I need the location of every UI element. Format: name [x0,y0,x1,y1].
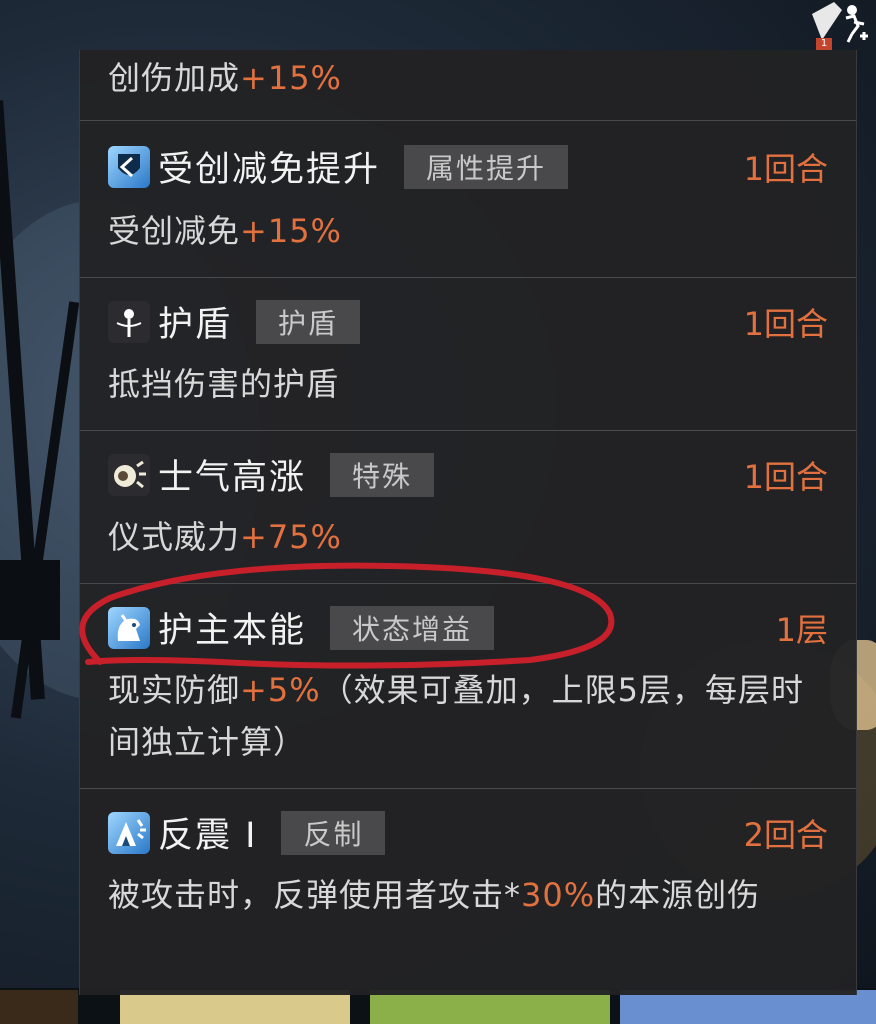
buff-entry-damage-boost: 创伤加成+15% [80,50,856,121]
buff-entry-counter-shock[interactable]: 反震 I 反制 2回合 被攻击时，反弹使用者攻击*30%的本源创伤 [80,789,856,995]
buff-name: 受创减免提升 [158,150,381,190]
morale-icon [108,453,150,496]
buff-entry-guardian-instinct[interactable]: 护主本能 状态增益 1层 现实防御+5%（效果可叠加，上限5层，每层时间独立计算… [80,584,856,789]
desc-value: +15% [240,212,342,250]
buff-duration: 1回合 [743,457,828,496]
buff-entry-morale[interactable]: 士气高涨 特殊 1回合 仪式威力+75% [80,431,856,584]
desc-text: 现实防御 [108,671,241,709]
buff-duration: 1回合 [743,149,828,188]
desc-value: +15% [240,59,342,97]
buff-duration: 2回合 [743,815,828,854]
desc-text: 受创减免 [108,212,241,250]
guardian-beast-icon [108,606,150,649]
buff-tag: 属性提升 [404,144,569,189]
buff-name: 护盾 [158,305,233,345]
buff-name: 士气高涨 [158,458,307,498]
counter-shock-icon [108,811,150,854]
shield-reduction-icon [108,145,150,188]
desc-text: 仪式威力 [108,518,241,556]
desc-value: 30% [521,876,596,914]
desc-text: 抵挡伤害的护盾 [108,365,340,403]
buff-tag: 护盾 [256,299,361,344]
buff-duration: 1层 [775,610,828,649]
corner-badge: 1 [816,38,832,50]
desc-text: 创伤加成 [108,59,241,97]
buff-list-panel[interactable]: 创伤加成+15% 受创减免提升 属性提升 1回合 受创减免+15% 护盾 护盾 … [79,50,857,995]
buff-description: 被攻击时，反弹使用者攻击*30%的本源创伤 [108,869,832,921]
buff-duration: 1回合 [743,304,828,343]
desc-text: 被攻击时，反弹使用者攻击* [108,876,522,914]
buff-name: 护主本能 [158,611,307,651]
buff-description: 仪式威力+75% [108,511,832,563]
buff-description: 抵挡伤害的护盾 [108,358,832,410]
desc-value: +75% [240,518,342,556]
desc-value: +5% [240,671,321,709]
buff-tag: 特殊 [330,452,435,497]
buff-description: 现实防御+5%（效果可叠加，上限5层，每层时间独立计算） [108,664,832,768]
buff-description: 受创减免+15% [108,205,832,257]
buff-description: 创伤加成+15% [108,52,832,104]
buff-tag: 状态增益 [330,605,495,650]
shield-pin-icon [108,300,150,343]
desc-note: 的本源创伤 [595,876,761,914]
buff-name: 反震 I [158,816,258,856]
buff-entry-damage-reduction[interactable]: 受创减免提升 属性提升 1回合 受创减免+15% [80,121,856,278]
buff-tag: 反制 [281,810,386,855]
buff-entry-shield[interactable]: 护盾 护盾 1回合 抵挡伤害的护盾 [80,278,856,431]
